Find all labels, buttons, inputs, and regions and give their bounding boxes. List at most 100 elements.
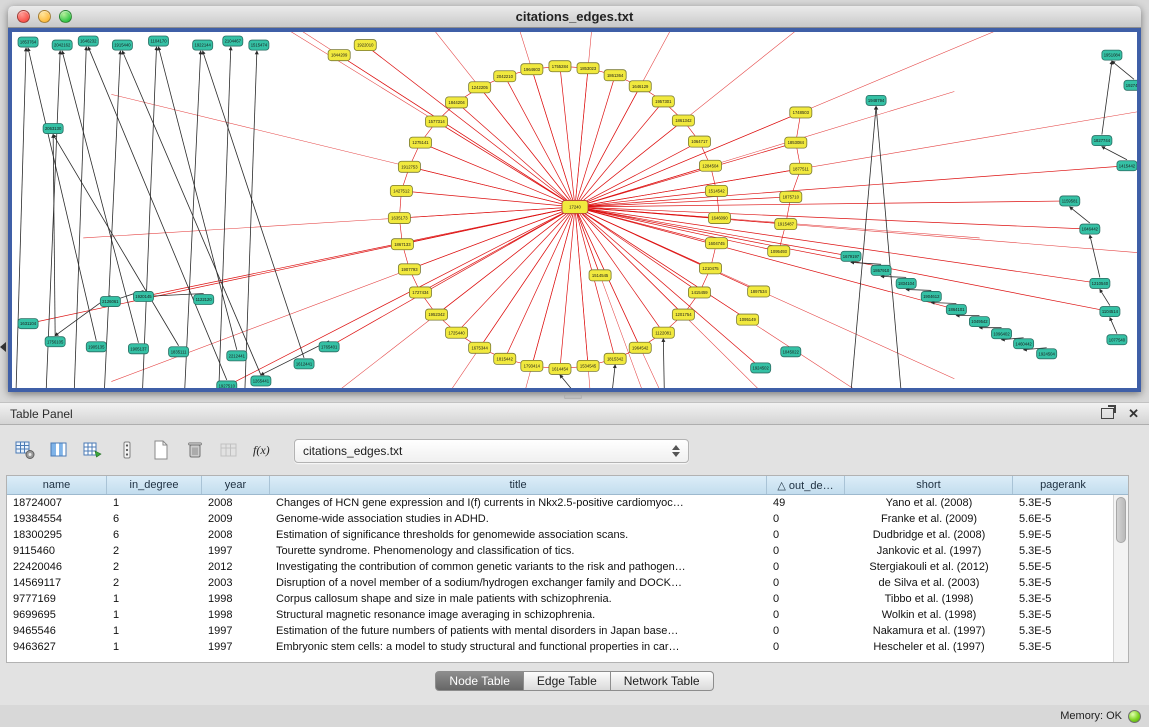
tab-edge-table[interactable]: Edge Table: [524, 671, 611, 691]
table-row[interactable]: 1830029562008Estimation of significance …: [7, 527, 1113, 543]
graph-node[interactable]: 1957301: [652, 96, 674, 107]
close-panel-icon[interactable]: ✕: [1128, 407, 1139, 420]
minimize-window-button[interactable]: [38, 10, 51, 23]
graph-node[interactable]: 1915440: [112, 40, 132, 50]
graph-node[interactable]: 1534545: [577, 360, 599, 371]
graph-node[interactable]: 1095493: [768, 246, 790, 257]
graph-node[interactable]: 1646232: [78, 36, 98, 46]
table-scrollbar-thumb[interactable]: [1116, 497, 1126, 543]
graph-node[interactable]: 1844204: [446, 97, 468, 108]
graph-node[interactable]: 1049542: [969, 317, 989, 327]
tab-network-table[interactable]: Network Table: [611, 671, 714, 691]
panel-splitter[interactable]: [0, 392, 1149, 402]
graph-node[interactable]: 1284504: [699, 160, 721, 171]
graph-node[interactable]: 1201754: [672, 309, 694, 320]
tab-node-table[interactable]: Node Table: [435, 671, 524, 691]
column-header-pagerank[interactable]: pagerank: [1013, 476, 1113, 494]
graph-node[interactable]: 1675344: [469, 342, 491, 353]
graph-node[interactable]: 1964542: [629, 342, 651, 353]
graph-node[interactable]: 1922144: [193, 40, 213, 50]
table-row[interactable]: 969969511998Structural magnetic resonanc…: [7, 607, 1113, 623]
graph-node[interactable]: 1096402: [991, 329, 1011, 339]
show-columns-button[interactable]: [44, 436, 74, 466]
graph-node[interactable]: 1612441: [294, 359, 314, 369]
column-header-short[interactable]: short: [845, 476, 1013, 494]
graph-node[interactable]: 1514542: [705, 185, 727, 196]
graph-node[interactable]: 2063130: [43, 124, 63, 134]
table-scrollbar[interactable]: [1113, 495, 1128, 662]
network-window-titlebar[interactable]: citations_edges.txt: [8, 6, 1141, 28]
graph-node[interactable]: 1679197: [841, 251, 861, 261]
graph-node[interactable]: 1415459: [688, 287, 710, 298]
zoom-window-button[interactable]: [59, 10, 72, 23]
graph-node[interactable]: 1122081: [652, 327, 674, 338]
graph-node[interactable]: 1951084: [1102, 50, 1122, 60]
graph-node[interactable]: 1725440: [446, 327, 468, 338]
graph-node[interactable]: 1875710: [780, 191, 802, 202]
graph-node[interactable]: 1912753: [398, 161, 420, 172]
table-selector-dropdown[interactable]: citations_edges.txt: [294, 439, 689, 463]
graph-node[interactable]: 1646090: [708, 213, 730, 224]
edit-table-button[interactable]: [78, 436, 108, 466]
graph-node[interactable]: 1877511: [790, 163, 812, 174]
graph-node[interactable]: 1427512: [390, 185, 412, 196]
graph-node[interactable]: 1853084: [785, 137, 807, 148]
graph-node[interactable]: 1765401: [319, 342, 339, 352]
table-row[interactable]: 1938455462009Genome-wide association stu…: [7, 511, 1113, 527]
graph-node[interactable]: 1815442: [494, 353, 516, 364]
graph-node[interactable]: 1756105: [45, 337, 65, 347]
graph-node[interactable]: 1646129: [629, 81, 651, 92]
graph-node[interactable]: 1861364: [604, 70, 626, 81]
graph-node[interactable]: 1922010: [354, 40, 376, 51]
graph-node[interactable]: 1210540: [1090, 278, 1110, 288]
graph-node[interactable]: 1915487: [775, 219, 797, 230]
graph-node[interactable]: 1046442: [1080, 224, 1100, 234]
graph-node[interactable]: 1853764: [18, 37, 38, 47]
table-row[interactable]: 946554611997Estimation of the future num…: [7, 623, 1113, 639]
graph-node[interactable]: 1952342: [425, 309, 447, 320]
graph-node[interactable]: 1077540: [1107, 335, 1127, 345]
table-row[interactable]: 2242004622012Investigating the contribut…: [7, 559, 1113, 575]
graph-node[interactable]: 1827744: [1092, 136, 1112, 146]
function-builder-button[interactable]: f(x): [248, 436, 278, 466]
graph-node[interactable]: 1104514: [1100, 307, 1120, 317]
graph-node[interactable]: 1635173: [388, 213, 410, 224]
graph-node[interactable]: 1844209: [328, 50, 350, 61]
graph-node[interactable]: 1064717: [688, 136, 710, 147]
network-svg[interactable]: 1853764204216216462321915440110417019221…: [12, 32, 1137, 388]
graph-node[interactable]: 1907793: [398, 264, 420, 275]
graph-node[interactable]: 1415442: [1117, 161, 1137, 171]
graph-node[interactable]: 2212441: [227, 351, 247, 361]
graph-node[interactable]: 17240: [562, 200, 588, 213]
table-row[interactable]: 911546021997Tourette syndrome. Phenomeno…: [7, 543, 1113, 559]
graph-node[interactable]: 1927443: [1124, 80, 1137, 90]
graph-node[interactable]: 1460442: [1014, 339, 1034, 349]
graph-node[interactable]: 1514545: [589, 270, 611, 281]
graph-node[interactable]: 1948794: [866, 95, 886, 105]
graph-node[interactable]: 2042210: [494, 71, 516, 82]
graph-node[interactable]: 2104467: [223, 36, 243, 46]
graph-node[interactable]: 1867133: [391, 239, 413, 250]
graph-node[interactable]: 1793414: [521, 360, 543, 371]
graph-node[interactable]: 1515474: [249, 40, 269, 50]
graph-node[interactable]: 1631104: [18, 319, 38, 329]
graph-node[interactable]: 1867910: [871, 265, 891, 275]
graph-node[interactable]: 1897534: [748, 286, 770, 297]
graph-node[interactable]: 1834104: [896, 278, 916, 288]
column-header-in_degree[interactable]: in_degree: [107, 476, 202, 494]
graph-node[interactable]: 1905135: [86, 342, 106, 352]
graph-node[interactable]: 1964603: [521, 64, 543, 75]
table-row[interactable]: 1456911722003Disruption of a novel membe…: [7, 575, 1113, 591]
hide-panel-arrow-icon[interactable]: [0, 342, 6, 352]
graph-node[interactable]: 1924502: [751, 363, 771, 373]
graph-node[interactable]: 1835111: [169, 347, 189, 357]
graph-node[interactable]: 1924504: [1037, 349, 1057, 359]
table-options-button[interactable]: [10, 436, 40, 466]
graph-node[interactable]: 1861342: [672, 115, 694, 126]
table-row[interactable]: 1872400712008Changes of HCN gene express…: [7, 495, 1113, 511]
column-header-title[interactable]: title: [270, 476, 767, 494]
delete-column-button[interactable]: [180, 436, 210, 466]
float-panel-icon[interactable]: [1101, 408, 1114, 419]
graph-node[interactable]: 1727434: [409, 287, 431, 298]
graph-node[interactable]: 1122120: [194, 294, 214, 304]
